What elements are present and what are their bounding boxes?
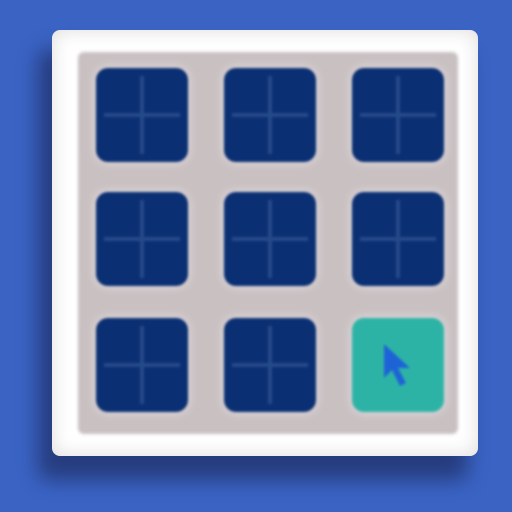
grid-tile (96, 192, 188, 286)
grid-tile (352, 192, 444, 286)
grid-tile (224, 68, 316, 162)
grid-tile (96, 68, 188, 162)
grid-tile (96, 318, 188, 412)
grid-tile (352, 68, 444, 162)
grid-tile (224, 318, 316, 412)
pointer-icon (384, 344, 410, 386)
grid-tile (224, 192, 316, 286)
grid-tile-active (352, 318, 444, 412)
grid-app-icon[interactable] (0, 0, 512, 512)
